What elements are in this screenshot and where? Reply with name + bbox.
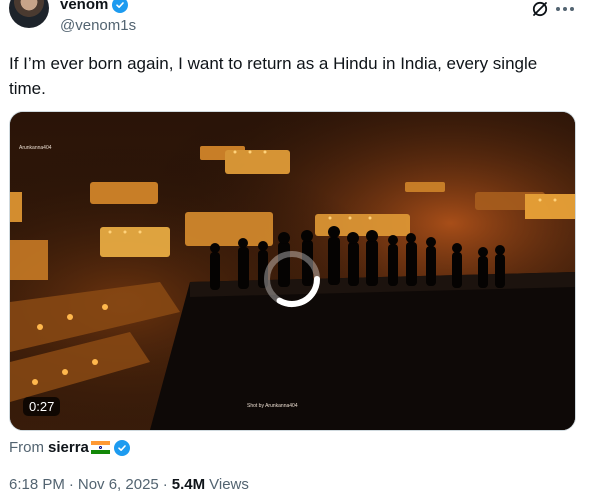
grok-icon[interactable] [530,0,550,19]
author-name[interactable]: venom [60,0,108,13]
video-watermark-top: Arunkanna404 [19,145,52,151]
loading-spinner-icon [264,251,320,307]
author-avatar[interactable] [9,0,49,28]
video-player[interactable]: Arunkanna404 Shot by Arunkanna404 0:27 [9,111,576,431]
author-handle[interactable]: @venom1s [60,17,136,34]
video-watermark-bottom: Shot by Arunkanna404 [247,403,298,409]
more-icon[interactable] [554,0,576,19]
meta-separator: · [68,476,74,493]
source-prefix: From [9,439,44,456]
verified-badge-icon[interactable] [112,0,129,13]
tweet-date[interactable]: Nov 6, 2025 [78,476,159,493]
views-label: Views [209,476,249,493]
india-flag-icon [90,441,110,454]
meta-separator: · [162,476,168,493]
source-name[interactable]: sierra [48,439,89,456]
tweet-time[interactable]: 6:18 PM [9,476,65,493]
video-duration: 0:27 [23,397,61,416]
source-verified-badge-icon[interactable] [113,439,130,456]
source-attribution: From sierra [9,439,130,456]
author-name-row: venom [60,0,129,13]
views-count: 5.4M [171,476,206,493]
tweet-meta: 6:18 PM · Nov 6, 2025 · 5.4M Views [9,476,249,493]
tweet-text: If I’m ever born again, I want to return… [9,54,538,98]
